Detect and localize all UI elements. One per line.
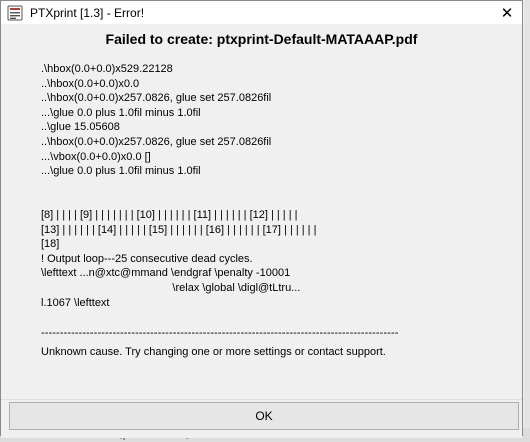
ok-button-label: OK [255,409,273,423]
button-bar: OK [1,399,522,438]
log-line: \relax \global \digl@tLtru... [41,281,301,294]
background-window-edge [524,0,530,442]
error-log: .\hbox(0.0+0.0)x529.22128 ..\hbox(0.0+0.0… [41,62,316,310]
error-dialog: PTXprint [1.3] - Error! ✕ Failed to crea… [0,0,523,438]
log-line: ...\glue 0.0 plus 1.0fil minus 1.0fil [41,106,201,119]
log-line: ..\glue 15.05608 [41,121,120,134]
log-line: ...\glue 0.0 plus 1.0fil minus 1.0fil [41,165,201,178]
log-line: ..\hbox(0.0+0.0)x257.0826, glue set 257.… [41,92,272,105]
log-line: .\hbox(0.0+0.0)x529.22128 [41,63,173,75]
log-line: ..\hbox(0.0+0.0)x257.0826, glue set 257.… [41,135,272,148]
title-bar: PTXprint [1.3] - Error! ✕ [1,1,522,24]
log-line: \lefttext ...n@xtc@mmand \endgraf \penal… [41,267,291,280]
log-line: [18] [41,238,60,251]
log-line: ..\hbox(0.0+0.0)x0.0 [41,77,140,90]
error-message: Unknown cause. Try changing one or more … [41,346,386,358]
log-line: [13] | | | | | | [14] | | | | | [15] | |… [41,223,317,236]
close-icon: ✕ [500,4,514,22]
log-line: ! Output loop---25 consecutive dead cycl… [41,252,253,265]
log-line: ...\vbox(0.0+0.0)x0.0 [] [41,150,151,163]
window-title: PTXprint [1.3] - Error! [30,5,145,20]
close-button[interactable]: ✕ [492,1,522,24]
ok-button[interactable]: OK [9,402,519,430]
log-line: l.1067 \lefttext [41,296,110,309]
dialog-heading: Failed to create: ptxprint-Default-MATAA… [105,31,418,47]
dashed-separator: ----------------------------------------… [41,327,399,339]
log-line: [8] | | | | [9] | | | | | | | [10] | | |… [41,208,298,221]
ptxprint-app-icon [7,5,23,20]
